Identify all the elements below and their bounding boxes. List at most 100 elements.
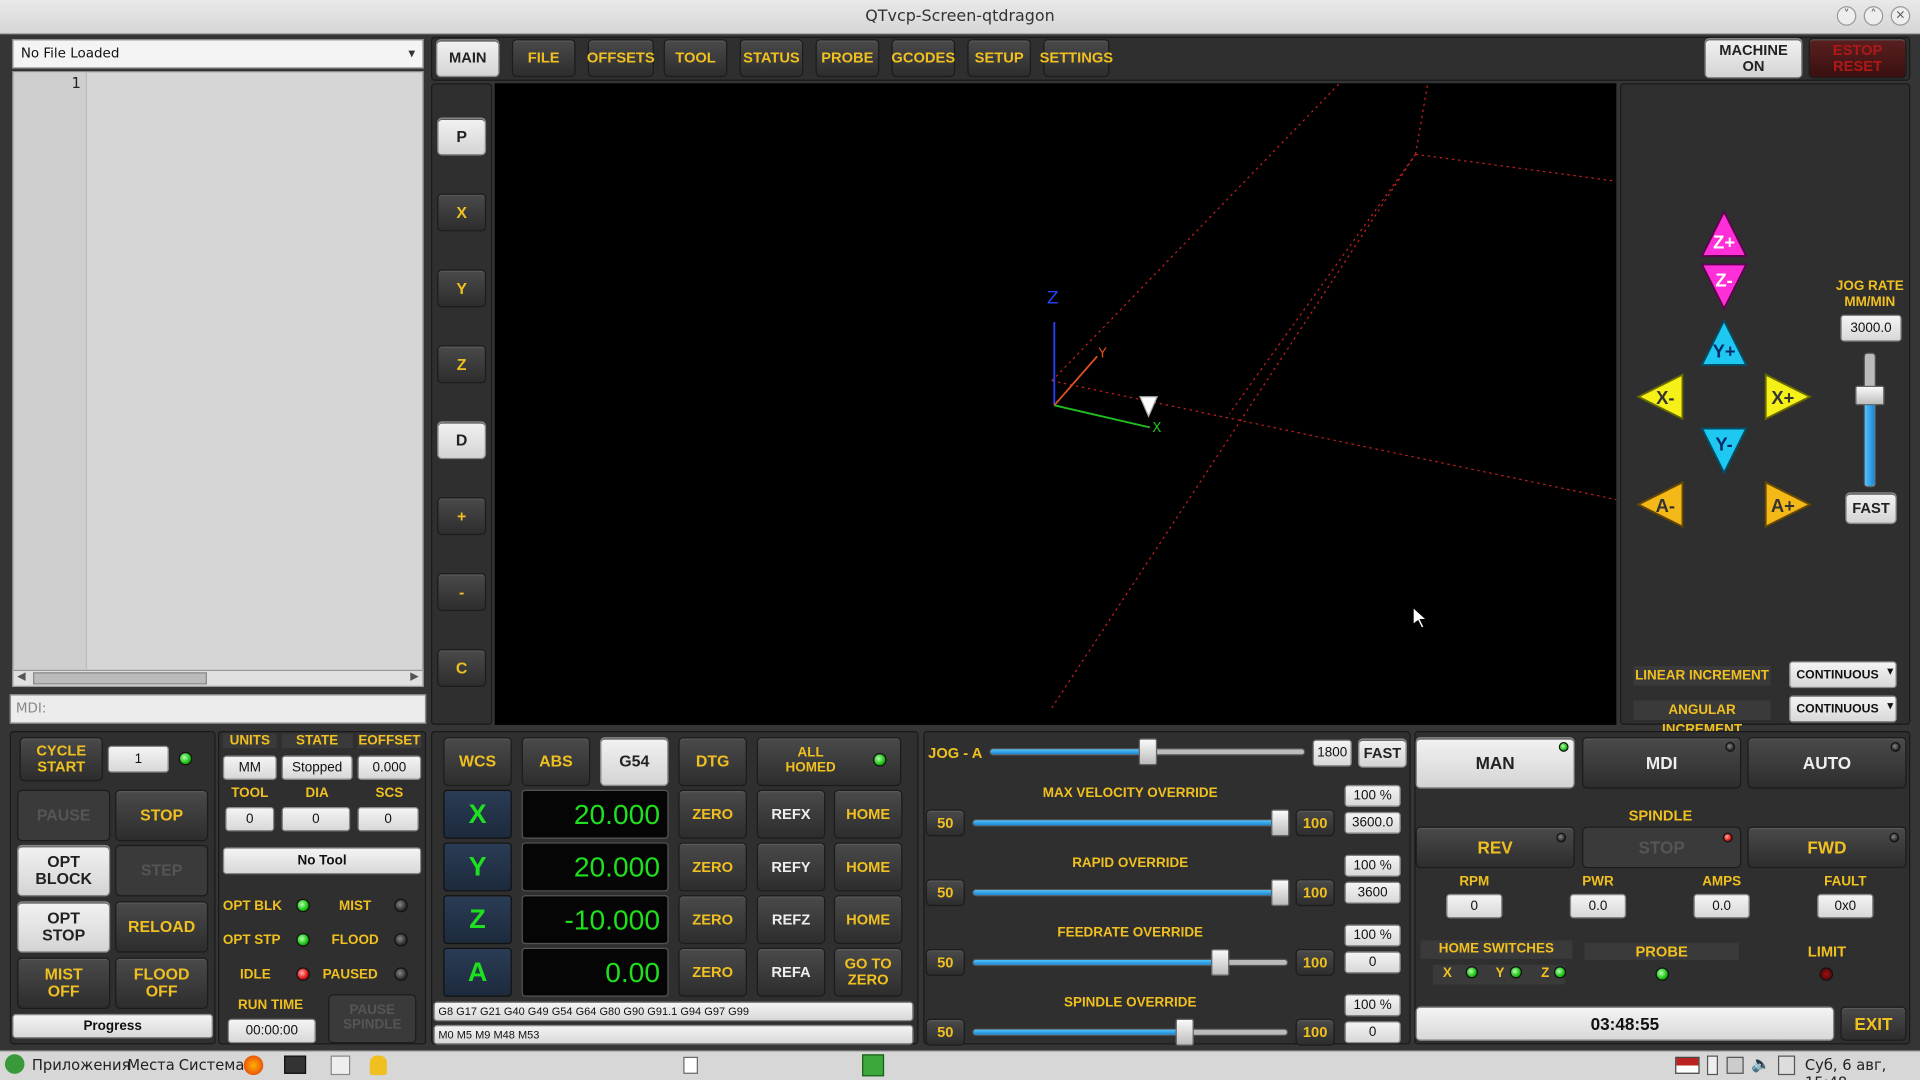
dro-axis-z[interactable]: Z [443, 895, 512, 945]
override-max-button-1[interactable]: 100 [1295, 879, 1335, 907]
mist-off-button[interactable]: MIST OFF [17, 957, 111, 1009]
view-button-7[interactable]: C [437, 648, 487, 687]
override-min-button-1[interactable]: 50 [925, 879, 965, 907]
jog-rate-slider-handle[interactable] [1855, 385, 1885, 406]
gcode-preview[interactable]: Z X Y [494, 82, 1617, 725]
override-slider-0[interactable] [972, 819, 1289, 827]
home-z-button[interactable]: HOME [833, 895, 903, 945]
arrow-right-icon[interactable]: ▶ [410, 671, 418, 683]
ref-z-button[interactable]: REFZ [756, 895, 826, 945]
terminal-icon[interactable] [284, 1055, 307, 1074]
override-min-button-2[interactable]: 50 [925, 948, 965, 976]
opt-stop-button[interactable]: OPT STOP [17, 901, 111, 953]
g54-button[interactable]: G54 [600, 737, 669, 787]
estop-reset-button[interactable]: ESTOP RESET [1808, 37, 1907, 79]
app-window-icon[interactable] [862, 1054, 885, 1077]
horizontal-scrollbar[interactable]: ◀ ▶ [12, 669, 424, 687]
override-slider-1[interactable] [972, 888, 1289, 897]
linear-increment-select[interactable]: CONTINUOUS ▾ [1788, 661, 1897, 689]
override-max-button-3[interactable]: 100 [1295, 1018, 1335, 1046]
dtg-button[interactable]: DTG [678, 737, 747, 787]
home-y-button[interactable]: HOME [833, 842, 903, 892]
view-button-1[interactable]: X [437, 193, 487, 232]
spindle-stop-button[interactable]: STOP [1582, 826, 1742, 869]
tab-file[interactable]: FILE [511, 39, 576, 78]
mdi-input[interactable]: MDI: [9, 694, 427, 724]
angular-increment-select[interactable]: CONTINUOUS ▾ [1788, 695, 1897, 723]
pause-spindle-button[interactable]: PAUSE SPINDLE [328, 994, 417, 1044]
machine-on-button[interactable]: MACHINE ON [1704, 37, 1803, 79]
zero-z-button[interactable]: ZERO [678, 895, 747, 945]
override-max-button-2[interactable]: 100 [1295, 948, 1335, 976]
network-icon[interactable] [1726, 1056, 1744, 1074]
zero-x-button[interactable]: ZERO [678, 789, 747, 839]
ref-x-button[interactable]: REFX [756, 789, 826, 839]
chevron-down-icon[interactable]: ˅ [1836, 6, 1857, 26]
zero-y-button[interactable]: ZERO [678, 842, 747, 892]
wcs-button[interactable]: WCS [443, 737, 512, 787]
view-button-4[interactable]: D [437, 421, 487, 460]
system-menu[interactable]: Система [179, 1057, 245, 1074]
view-button-0[interactable]: P [437, 117, 487, 156]
stop-button[interactable]: STOP [115, 789, 209, 842]
close-icon[interactable]: × [1890, 6, 1911, 26]
pause-button[interactable]: PAUSE [17, 789, 111, 842]
ref-a-button[interactable]: REFA [756, 947, 826, 997]
jog-yplus-button[interactable]: Y+ [1700, 318, 1749, 367]
jog-zminus-button[interactable]: Z- [1700, 262, 1749, 311]
view-button-5[interactable]: + [437, 497, 487, 536]
flood-off-button[interactable]: FLOOD OFF [115, 957, 209, 1009]
text-editor-icon[interactable] [330, 1055, 351, 1076]
jog-a-slider-handle[interactable] [1138, 738, 1157, 766]
mdi-mode-button[interactable]: MDI [1582, 737, 1742, 789]
spindle-rev-button[interactable]: REV [1415, 826, 1575, 869]
jog-xplus-button[interactable]: X+ [1763, 372, 1812, 421]
volume-icon[interactable]: 🔈 [1751, 1056, 1771, 1074]
jog-aminus-button[interactable]: A- [1636, 480, 1685, 529]
tab-gcodes[interactable]: GCODES [891, 39, 955, 78]
reload-button[interactable]: RELOAD [115, 901, 209, 953]
jog-fast-button[interactable]: FAST [1845, 492, 1897, 525]
override-slider-handle-3[interactable] [1175, 1018, 1194, 1046]
tab-probe[interactable]: PROBE [815, 39, 880, 78]
tab-status[interactable]: STATUS [739, 39, 804, 78]
override-min-button-0[interactable]: 50 [925, 809, 965, 837]
jog-a-fast-button[interactable]: FAST [1357, 738, 1407, 768]
file-selector[interactable]: No File Loaded ▾ [12, 39, 424, 69]
linuxcnc-icon[interactable] [369, 1055, 387, 1076]
tab-main[interactable]: MAIN [435, 39, 500, 78]
abs-button[interactable]: ABS [521, 737, 591, 787]
gcode-editor[interactable]: 1 [12, 71, 424, 672]
view-button-6[interactable]: - [437, 573, 487, 612]
firefox-icon[interactable] [243, 1055, 264, 1076]
ref-y-button[interactable]: REFY [756, 842, 826, 892]
override-min-button-3[interactable]: 50 [925, 1018, 965, 1046]
jog-xminus-button[interactable]: X- [1636, 372, 1685, 421]
jog-rate-slider[interactable] [1863, 352, 1876, 488]
auto-mode-button[interactable]: AUTO [1747, 737, 1907, 789]
applications-menu[interactable]: Приложения [32, 1057, 131, 1074]
arrow-left-icon[interactable]: ◀ [17, 671, 25, 683]
cycle-count-value[interactable]: 1 [107, 745, 169, 773]
jog-zplus-button[interactable]: Z+ [1700, 209, 1749, 258]
battery-icon[interactable] [1706, 1055, 1718, 1076]
home-a-button[interactable]: GO TO ZERO [833, 947, 903, 997]
override-slider-3[interactable] [972, 1028, 1289, 1036]
override-slider-handle-0[interactable] [1271, 809, 1290, 837]
view-button-3[interactable]: Z [437, 345, 487, 384]
opt-block-button[interactable]: OPT BLOCK [17, 844, 111, 897]
zero-a-button[interactable]: ZERO [678, 947, 747, 997]
dro-axis-y[interactable]: Y [443, 842, 512, 892]
exit-button[interactable]: EXIT [1840, 1006, 1907, 1041]
notes-icon[interactable] [1777, 1055, 1796, 1076]
jog-yminus-button[interactable]: Y- [1700, 426, 1749, 475]
step-button[interactable]: STEP [115, 844, 209, 897]
jog-aplus-button[interactable]: A+ [1763, 480, 1812, 529]
override-slider-handle-1[interactable] [1271, 879, 1290, 907]
home-x-button[interactable]: HOME [833, 789, 903, 839]
dro-axis-x[interactable]: X [443, 789, 512, 839]
spindle-fwd-button[interactable]: FWD [1747, 826, 1907, 869]
places-menu[interactable]: Места [127, 1057, 174, 1074]
distro-logo-icon[interactable] [4, 1054, 25, 1074]
tab-offsets[interactable]: OFFSETS [587, 39, 655, 78]
